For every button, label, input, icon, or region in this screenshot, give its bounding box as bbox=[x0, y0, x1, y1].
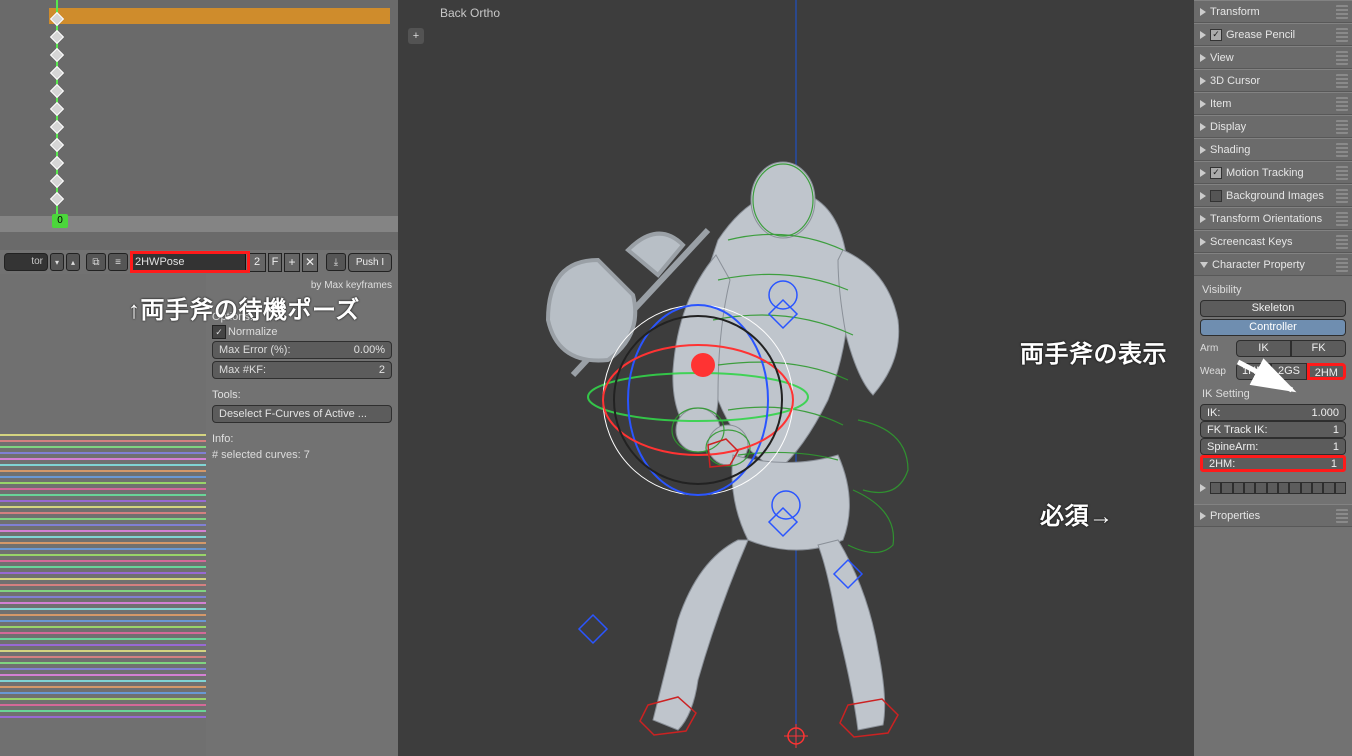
character-property-body: Visibility Skeleton Controller Arm IK FK… bbox=[1194, 276, 1352, 504]
deselect-fcurves-button[interactable]: Deselect F-Curves of Active ... bbox=[212, 405, 392, 423]
timeline-ruler[interactable]: 0 bbox=[0, 216, 398, 232]
section-display[interactable]: Display bbox=[1194, 115, 1352, 138]
fk-track-ik-slider[interactable]: FK Track IK:1 bbox=[1200, 421, 1346, 438]
3d-viewport[interactable]: Back Ortho + bbox=[398, 0, 1194, 756]
twohm-slider[interactable]: 2HM:1 bbox=[1200, 455, 1346, 472]
weap-2gs-button[interactable]: 2GS bbox=[1271, 363, 1306, 380]
normalize-label: Normalize bbox=[228, 326, 278, 338]
section-transform[interactable]: Transform bbox=[1194, 0, 1352, 23]
ik-slider[interactable]: IK:1.000 bbox=[1200, 404, 1346, 421]
arm-fk-button[interactable]: FK bbox=[1291, 340, 1346, 357]
tools-label: Tools: bbox=[212, 389, 392, 401]
skeleton-button[interactable]: Skeleton bbox=[1200, 300, 1346, 317]
grease-pencil-checkbox[interactable]: ✓ bbox=[1210, 29, 1222, 41]
info-text: # selected curves: 7 bbox=[212, 449, 392, 461]
fcurve-area[interactable] bbox=[0, 274, 206, 756]
arm-label: Arm bbox=[1200, 343, 1232, 354]
weap-1hm-button[interactable]: 1HM bbox=[1236, 363, 1271, 380]
keyframe-diamond[interactable] bbox=[50, 192, 64, 206]
weap-2hm-button[interactable]: 2HM bbox=[1307, 363, 1346, 380]
push-down-button[interactable]: Push I bbox=[348, 253, 392, 272]
section-properties[interactable]: Properties bbox=[1194, 504, 1352, 527]
keyframe-mode-label: by Max keyframes bbox=[212, 280, 392, 291]
visibility-label: Visibility bbox=[1202, 284, 1346, 296]
fake-user-toggle[interactable]: F bbox=[268, 253, 282, 272]
section-item[interactable]: Item bbox=[1194, 92, 1352, 115]
snap-icon[interactable]: ⧉ bbox=[86, 253, 106, 271]
section-screencast-keys[interactable]: Screencast Keys bbox=[1194, 230, 1352, 253]
section-character-property[interactable]: Character Property bbox=[1194, 253, 1352, 276]
section-3d-cursor[interactable]: 3D Cursor bbox=[1194, 69, 1352, 92]
viewport-content bbox=[398, 0, 1194, 756]
action-users-count[interactable]: 2 bbox=[248, 253, 266, 272]
keyframe-diamond[interactable] bbox=[50, 156, 64, 170]
normalize-checkbox[interactable]: ✓ bbox=[212, 325, 226, 339]
action-unlink-button[interactable]: ✕ bbox=[302, 253, 318, 272]
keyframe-diamond[interactable] bbox=[50, 48, 64, 62]
keyframe-diamond[interactable] bbox=[50, 84, 64, 98]
section-motion-tracking[interactable]: ✓Motion Tracking bbox=[1194, 161, 1352, 184]
action-new-button[interactable]: + bbox=[284, 253, 300, 272]
max-error-field[interactable]: Max Error (%): 0.00% bbox=[212, 341, 392, 359]
bone-layers[interactable] bbox=[1210, 482, 1346, 494]
header-expand-icon[interactable]: ▾ bbox=[50, 253, 64, 271]
keyframe-diamond[interactable] bbox=[50, 174, 64, 188]
section-background-images[interactable]: Background Images bbox=[1194, 184, 1352, 207]
pushdown-icon[interactable]: ⤓ bbox=[326, 253, 346, 271]
dopesheet-area[interactable]: 0 bbox=[0, 0, 398, 250]
arm-ik-button[interactable]: IK bbox=[1236, 340, 1291, 357]
dope-action-strip[interactable] bbox=[49, 8, 390, 24]
keyframe-diamond[interactable] bbox=[50, 120, 64, 134]
options-label: Options: bbox=[212, 311, 253, 323]
controller-button[interactable]: Controller bbox=[1200, 319, 1346, 336]
header-collapse-icon[interactable]: ▴ bbox=[66, 253, 80, 271]
action-name-field[interactable]: 2HWPose bbox=[130, 253, 246, 272]
bg-images-checkbox[interactable] bbox=[1210, 190, 1222, 202]
max-kf-field[interactable]: Max #KF: 2 bbox=[212, 361, 392, 379]
dopesheet-header: tor ▾ ▴ ⧉ ≡ 2HWPose 2 F + ✕ ⤓ Push I bbox=[0, 250, 398, 274]
spinearm-slider[interactable]: SpineArm:1 bbox=[1200, 438, 1346, 455]
keyframe-diamond[interactable] bbox=[50, 102, 64, 116]
action-browse-icon[interactable]: ≡ bbox=[108, 253, 128, 271]
section-view[interactable]: View bbox=[1194, 46, 1352, 69]
keyframe-diamond[interactable] bbox=[50, 138, 64, 152]
keyframe-diamond[interactable] bbox=[50, 66, 64, 80]
tool-panel: by Max keyframes Options: ✓ Normalize Ma… bbox=[206, 274, 398, 756]
properties-n-panel: Transform ✓Grease Pencil View 3D Cursor … bbox=[1194, 0, 1352, 756]
layers-collapse-icon[interactable] bbox=[1200, 484, 1206, 492]
motion-tracking-checkbox[interactable]: ✓ bbox=[1210, 167, 1222, 179]
section-shading[interactable]: Shading bbox=[1194, 138, 1352, 161]
editor-type-select[interactable]: tor bbox=[4, 253, 48, 271]
keyframe-diamond[interactable] bbox=[50, 30, 64, 44]
section-grease-pencil[interactable]: ✓Grease Pencil bbox=[1194, 23, 1352, 46]
weap-label: Weap bbox=[1200, 366, 1232, 377]
info-label: Info: bbox=[212, 433, 392, 445]
section-transform-orientations[interactable]: Transform Orientations bbox=[1194, 207, 1352, 230]
current-frame: 0 bbox=[52, 214, 68, 228]
ik-setting-label: IK Setting bbox=[1202, 388, 1346, 400]
